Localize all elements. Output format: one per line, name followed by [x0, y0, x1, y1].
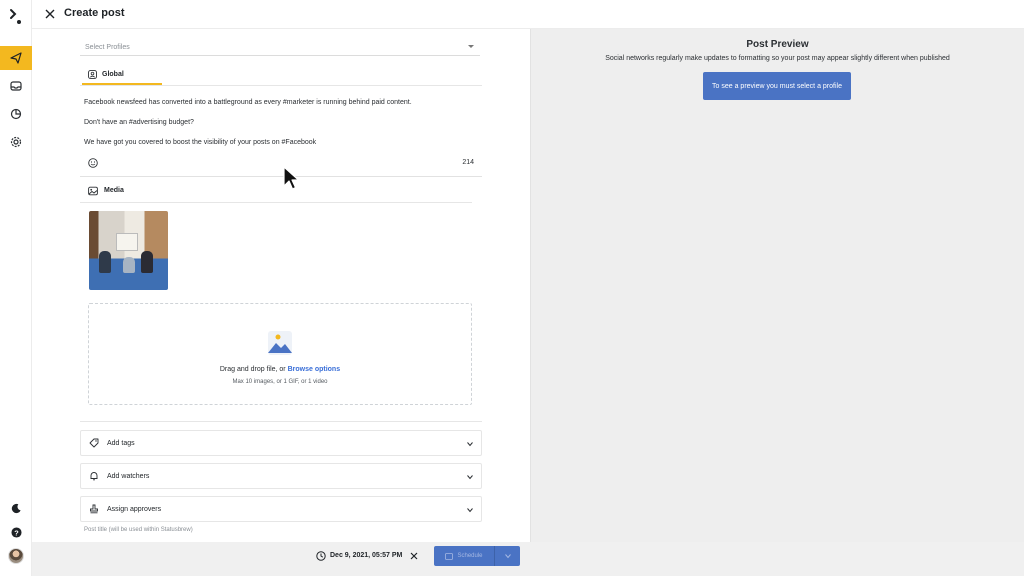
post-text-line: We have got you covered to boost the vis… [84, 139, 317, 146]
post-title-label: Post title (will be used within Statusbr… [84, 527, 193, 533]
post-text-area[interactable]: Facebook newsfeed has converted into a b… [84, 98, 476, 158]
logo-icon[interactable] [9, 8, 23, 26]
profile-icon [88, 69, 97, 79]
dropzone-text: Drag and drop file, or Browse options [89, 366, 471, 373]
schedule-datetime[interactable]: Dec 9, 2021, 05:57 PM [330, 552, 402, 559]
add-tags-accordion[interactable]: Add tags [80, 430, 482, 456]
preview-subtitle: Social networks regularly make updates t… [605, 55, 950, 62]
preview-title: Post Preview [746, 39, 809, 50]
divider [80, 85, 482, 86]
paper-plane-icon [10, 52, 22, 64]
chevron-down-icon [467, 508, 473, 513]
calendar-icon [445, 553, 454, 560]
thumbnail-detail [141, 251, 153, 273]
nav-publish[interactable] [0, 46, 32, 70]
tag-icon [89, 438, 99, 448]
media-label: Media [104, 187, 124, 194]
nav-settings[interactable] [0, 130, 32, 154]
add-tags-label: Add tags [107, 439, 135, 447]
chevron-down-icon [467, 475, 473, 480]
thumbnail-detail [116, 233, 138, 251]
post-text-line: Don't have an #advertising budget? [84, 119, 194, 126]
user-avatar-button[interactable] [0, 546, 32, 566]
image-icon [88, 186, 98, 195]
footer-bar: Dec 9, 2021, 05:57 PM Schedule [32, 542, 1024, 576]
analytics-icon [10, 108, 22, 120]
help-button[interactable]: ? [0, 522, 32, 542]
dropzone-limits: Max 10 images, or 1 GIF, or 1 video [232, 379, 328, 385]
tab-global[interactable]: Global [82, 65, 162, 85]
divider [80, 421, 482, 422]
select-profile-preview-button[interactable]: To see a preview you must select a profi… [703, 72, 851, 100]
post-toolbar: 214 [80, 155, 482, 177]
schedule-label: Schedule [457, 553, 483, 559]
add-watchers-label: Add watchers [107, 472, 150, 480]
bell-icon [90, 472, 98, 481]
assign-approvers-accordion[interactable]: Assign approvers [80, 496, 482, 522]
settings-icon [10, 136, 22, 148]
inbox-icon [10, 81, 22, 91]
select-profiles-placeholder: Select Profiles [85, 44, 130, 51]
media-dropzone[interactable]: Drag and drop file, or Browse options Ma… [88, 303, 472, 405]
thumbnail-detail [123, 257, 135, 273]
avatar [8, 548, 24, 564]
schedule-options-button[interactable] [494, 546, 520, 566]
dark-mode-icon [11, 503, 21, 513]
media-section-header: Media [80, 179, 472, 203]
chevron-down-icon [504, 554, 511, 559]
post-preview-panel: Post Preview Social networks regularly m… [530, 29, 1024, 542]
close-icon[interactable] [44, 8, 56, 20]
nav-analytics[interactable] [0, 102, 32, 126]
help-icon: ? [10, 526, 22, 538]
browse-options-link[interactable]: Browse options [288, 366, 341, 373]
clock-icon [316, 551, 326, 561]
clear-date-icon[interactable] [410, 552, 418, 560]
stamp-icon [90, 504, 98, 514]
chevron-down-icon [467, 442, 473, 447]
assign-approvers-label: Assign approvers [107, 505, 162, 513]
tab-global-label: Global [102, 70, 124, 78]
post-editor: Select Profiles Global Facebook newsfeed… [32, 29, 530, 542]
thumbnail-detail [99, 251, 111, 273]
add-watchers-accordion[interactable]: Add watchers [80, 463, 482, 489]
page-title: Create post [64, 7, 125, 19]
nav-inbox[interactable] [0, 74, 32, 98]
emoji-icon[interactable] [88, 158, 98, 168]
character-count: 214 [462, 159, 474, 166]
chevron-down-icon [468, 45, 474, 48]
schedule-button[interactable]: Schedule [434, 546, 494, 566]
left-sidebar: ? [0, 0, 32, 576]
svg-text:?: ? [14, 528, 19, 537]
mouse-cursor-icon [283, 166, 300, 190]
top-bar: Create post [32, 0, 1024, 29]
select-profiles-dropdown[interactable]: Select Profiles [80, 34, 480, 56]
dropzone-instruction: Drag and drop file, or [219, 366, 286, 373]
post-text-line: Facebook newsfeed has converted into a b… [84, 99, 412, 106]
upload-image-icon [268, 331, 292, 355]
dark-mode-toggle[interactable] [0, 498, 32, 518]
media-thumbnail[interactable] [89, 211, 168, 290]
